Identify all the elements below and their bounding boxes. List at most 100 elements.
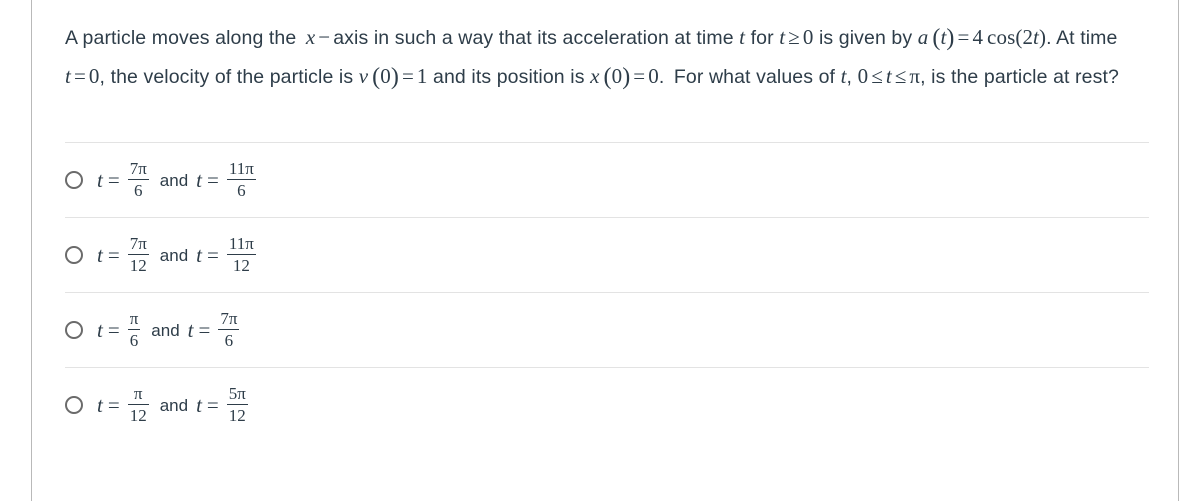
fraction-denominator: 12 bbox=[228, 405, 246, 425]
fraction-second: 11π 6 bbox=[226, 158, 256, 200]
math-paren-open-3: ( bbox=[372, 64, 381, 90]
fraction-second: 11π 12 bbox=[226, 233, 256, 275]
fraction-denominator: 6 bbox=[237, 180, 246, 200]
fraction-second: 5π 12 bbox=[226, 383, 248, 425]
fraction-first: 7π 12 bbox=[127, 233, 149, 275]
question-page: A particle moves along the x − axis in suc… bbox=[0, 0, 1200, 501]
answer-eq-rhs: = bbox=[207, 167, 219, 192]
math-var-t-5: t bbox=[885, 64, 892, 88]
fraction-bar bbox=[226, 253, 256, 255]
math-paren-close-4: ) bbox=[622, 64, 631, 90]
option-row[interactable]: t = π 6 and t = 7π 6 bbox=[65, 292, 1149, 367]
left-border-rule bbox=[31, 0, 32, 501]
right-border-rule bbox=[1178, 0, 1179, 501]
math-coef-4: 4 bbox=[972, 25, 984, 49]
math-eq-2: = bbox=[73, 64, 86, 88]
radio-button-icon[interactable] bbox=[65, 396, 83, 414]
math-var-x: x bbox=[305, 25, 316, 49]
answer-eq-lhs: = bbox=[107, 242, 120, 267]
fraction-bar bbox=[226, 403, 248, 405]
math-le-1: ≤ bbox=[871, 64, 883, 88]
answer-connector: and bbox=[151, 321, 180, 340]
prompt-text-10: For what values of bbox=[673, 66, 836, 88]
fraction-denominator: 12 bbox=[232, 255, 250, 275]
radio-button-icon[interactable] bbox=[65, 246, 83, 264]
prompt-comma-3: , bbox=[920, 66, 926, 88]
math-paren-close-2: ) bbox=[1038, 25, 1047, 49]
option-row[interactable]: t = 7π 6 and t = 11π 6 bbox=[65, 142, 1149, 217]
fraction-numerator: 11π bbox=[228, 158, 254, 178]
prompt-period-1: . bbox=[1046, 27, 1052, 49]
option-answer-text: t = π 12 and t = 5π 12 bbox=[97, 383, 251, 426]
fraction-denominator: 12 bbox=[129, 255, 147, 275]
fraction-bar bbox=[127, 253, 149, 255]
option-row[interactable]: t = π 12 and t = 5π 12 bbox=[65, 367, 1149, 442]
fraction-numerator: 11π bbox=[228, 233, 254, 253]
math-pi-symbol: π bbox=[909, 64, 921, 88]
fraction-bar bbox=[127, 178, 149, 180]
fraction-second: 7π 6 bbox=[218, 308, 240, 350]
prompt-text-7: the velocity of the particle is bbox=[110, 66, 354, 88]
math-func-a: a bbox=[917, 25, 929, 49]
answer-connector: and bbox=[159, 246, 189, 265]
math-dash: − bbox=[318, 25, 331, 49]
math-zero-2: 0 bbox=[88, 64, 100, 88]
math-zero-3: 0 bbox=[648, 64, 659, 88]
fraction-denominator: 12 bbox=[129, 405, 147, 425]
content-area: A particle moves along the x − axis in suc… bbox=[65, 0, 1149, 442]
fraction-numerator: 7π bbox=[129, 158, 147, 178]
answer-connector: and bbox=[159, 396, 189, 415]
fraction-numerator: 5π bbox=[228, 383, 246, 403]
fraction-numerator: π bbox=[133, 383, 143, 403]
fraction-first: π 12 bbox=[127, 383, 149, 425]
prompt-comma-1: , bbox=[99, 66, 106, 88]
math-cos: cos bbox=[987, 25, 1016, 49]
answer-eq-rhs: = bbox=[207, 242, 219, 267]
prompt-text-8: and its bbox=[433, 66, 492, 88]
fraction-denominator: 6 bbox=[133, 180, 143, 200]
prompt-comma-2: , bbox=[846, 66, 853, 88]
answer-eq-rhs: = bbox=[206, 392, 219, 417]
radio-button-icon[interactable] bbox=[65, 321, 83, 339]
math-coef-2: 2 bbox=[1022, 25, 1034, 49]
math-eq-4: = bbox=[633, 64, 646, 88]
fraction-first: π 6 bbox=[127, 308, 141, 350]
fraction-numerator: 7π bbox=[220, 308, 238, 328]
fraction-denominator: 6 bbox=[129, 330, 139, 350]
fraction-numerator: 7π bbox=[129, 233, 147, 253]
math-eq-1: = bbox=[957, 25, 970, 49]
prompt-text-1: A particle moves along the bbox=[65, 27, 297, 49]
answer-eq-lhs: = bbox=[107, 317, 120, 342]
prompt-text-5: given by bbox=[838, 27, 913, 49]
fraction-bar bbox=[127, 328, 141, 330]
math-paren-close-3: ) bbox=[390, 64, 399, 90]
prompt-text-3: for bbox=[750, 27, 774, 49]
option-answer-text: t = π 6 and t = 7π 6 bbox=[97, 308, 242, 351]
math-func-x: x bbox=[590, 64, 600, 88]
math-var-t-1: t bbox=[739, 25, 746, 49]
fraction-bar bbox=[226, 178, 256, 180]
prompt-text-6: At time bbox=[1056, 27, 1118, 49]
math-one: 1 bbox=[416, 64, 428, 88]
math-paren-open-4: ( bbox=[603, 64, 612, 90]
math-zero-1: 0 bbox=[802, 25, 814, 49]
math-eq-3: = bbox=[401, 64, 414, 88]
fraction-first: 7π 6 bbox=[127, 158, 149, 200]
option-row[interactable]: t = 7π 12 and t = 11π 12 bbox=[65, 217, 1149, 292]
fraction-bar bbox=[127, 403, 149, 405]
prompt-text-4: is bbox=[818, 27, 834, 49]
math-ge-sign: ≥ bbox=[788, 25, 800, 49]
prompt-period-2: . bbox=[658, 66, 665, 88]
math-func-v: v bbox=[358, 64, 369, 88]
answer-eq-lhs: = bbox=[107, 392, 120, 417]
answer-options-list: t = 7π 6 and t = 11π 6 t = 7π 12 and t =… bbox=[65, 142, 1149, 442]
option-answer-text: t = 7π 12 and t = 11π 12 bbox=[97, 233, 259, 276]
answer-eq-lhs: = bbox=[107, 167, 120, 192]
answer-eq-rhs: = bbox=[198, 317, 211, 342]
fraction-numerator: π bbox=[129, 308, 139, 328]
math-le-2: ≤ bbox=[894, 64, 907, 88]
math-arg-zero-1: 0 bbox=[380, 64, 391, 88]
math-paren-open-1: ( bbox=[932, 25, 941, 51]
radio-button-icon[interactable] bbox=[65, 171, 83, 189]
math-zero-4: 0 bbox=[857, 64, 869, 88]
